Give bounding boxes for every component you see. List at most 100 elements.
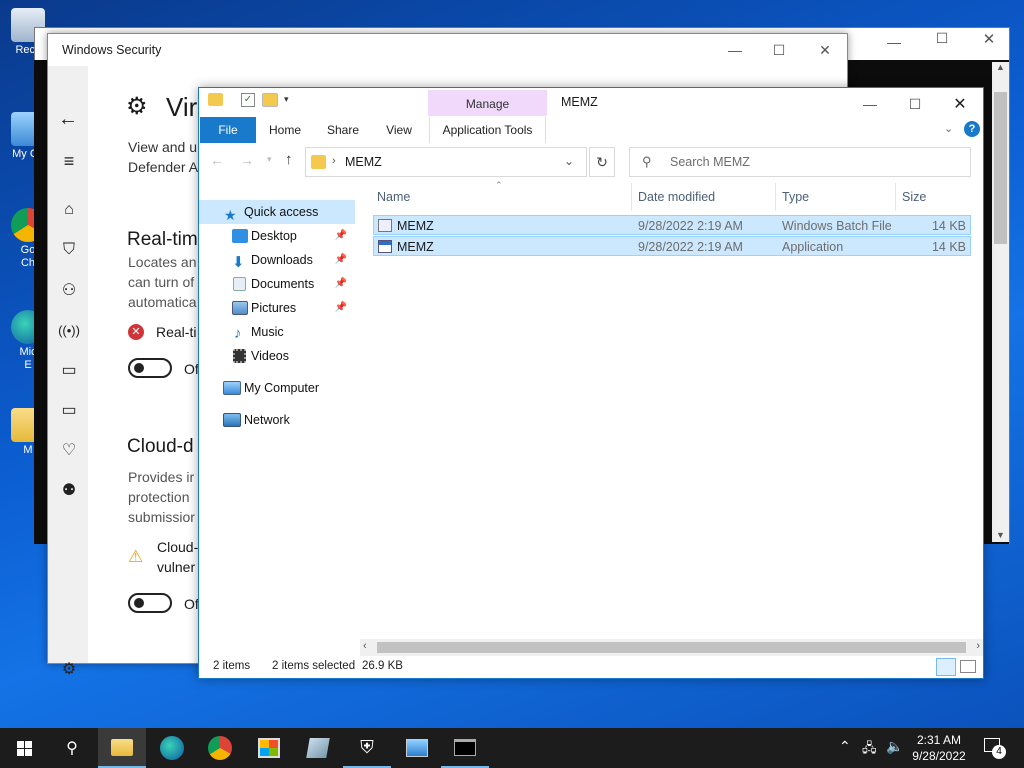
sidebar-item-pictures[interactable]: Pictures 📌 bbox=[199, 296, 355, 320]
ribbon-tab-bar: File Home Share View Application Tools ⌄… bbox=[199, 117, 983, 143]
sidebar-item-desktop[interactable]: Desktop 📌 bbox=[199, 224, 355, 248]
address-bar[interactable]: › MEMZ ⌄ bbox=[305, 147, 587, 177]
app-browser-icon[interactable]: ▭ bbox=[56, 357, 82, 383]
ribbon-expand-chevron-icon[interactable]: ⌄ bbox=[944, 122, 953, 135]
sidebar-item-music[interactable]: ♪ Music bbox=[199, 320, 355, 344]
scroll-down-arrow-icon[interactable]: ▼ bbox=[992, 530, 1009, 540]
search-icon: ⚲ bbox=[66, 740, 78, 757]
scroll-thumb[interactable] bbox=[994, 92, 1007, 244]
wireless-icon[interactable]: ((•)) bbox=[56, 317, 82, 343]
manage-context-tab[interactable]: Manage bbox=[428, 90, 547, 116]
search-box[interactable]: ⚲ Search MEMZ bbox=[629, 147, 971, 177]
qat-folder-icon[interactable] bbox=[208, 93, 223, 106]
taskbar-app[interactable] bbox=[294, 728, 342, 768]
show-hidden-icons-chevron-icon[interactable]: ⌃ bbox=[839, 738, 851, 755]
column-header-name[interactable]: Name bbox=[377, 183, 629, 211]
explorer-minimize-button[interactable]: — bbox=[847, 88, 893, 120]
table-row[interactable]: MEMZ 9/28/2022 2:19 AM Windows Batch Fil… bbox=[373, 215, 971, 235]
scroll-right-arrow-icon[interactable]: › bbox=[976, 640, 980, 652]
column-header-type[interactable]: Type bbox=[775, 183, 893, 211]
explorer-close-button[interactable]: ✕ bbox=[937, 88, 983, 120]
tab-view[interactable]: View bbox=[376, 117, 422, 143]
qat-properties-icon[interactable]: ✓ bbox=[241, 93, 255, 107]
shield-icon[interactable]: ⛉ bbox=[56, 237, 82, 263]
column-header-size[interactable]: Size bbox=[895, 183, 971, 211]
sidebar-item-documents[interactable]: Documents 📌 bbox=[199, 272, 355, 296]
sidebar-item-label: Pictures bbox=[251, 301, 297, 315]
ws-maximize-button[interactable]: ☐ bbox=[756, 34, 802, 66]
documents-icon bbox=[233, 277, 246, 291]
clock-date[interactable]: 9/28/2022 bbox=[910, 749, 968, 763]
back-arrow-icon[interactable]: ← bbox=[55, 106, 81, 132]
laptop-icon[interactable]: ▭ bbox=[56, 397, 82, 423]
settings-gear-icon[interactable]: ⚙ bbox=[56, 656, 82, 682]
recent-locations-chevron-icon[interactable]: ▾ bbox=[267, 154, 272, 165]
family-icon[interactable]: ⚉ bbox=[56, 477, 82, 503]
taskbar-command-prompt[interactable] bbox=[441, 728, 489, 768]
taskbar-control-panel[interactable] bbox=[393, 728, 441, 768]
back-button[interactable]: ← bbox=[210, 152, 224, 168]
volume-icon[interactable]: 🔈 bbox=[886, 738, 903, 755]
qat-dropdown-icon[interactable]: ▾ bbox=[284, 94, 289, 105]
home-icon[interactable]: ⌂ bbox=[56, 197, 82, 223]
start-button[interactable] bbox=[0, 728, 48, 768]
file-explorer-window[interactable]: ✓ ▾ Manage MEMZ — ☐ ✕ File Home Share Vi… bbox=[198, 87, 984, 679]
horizontal-scrollbar[interactable]: ‹ › bbox=[360, 639, 983, 656]
search-input[interactable]: Search MEMZ bbox=[670, 155, 750, 169]
sidebar-item-my-computer[interactable]: My Computer bbox=[199, 376, 355, 400]
cmd-minimize-button[interactable]: — bbox=[874, 34, 914, 50]
scroll-left-arrow-icon[interactable]: ‹ bbox=[363, 640, 367, 652]
scroll-up-arrow-icon[interactable]: ▲ bbox=[992, 62, 1009, 72]
cloud-toggle[interactable] bbox=[128, 593, 172, 613]
network-tray-icon[interactable]: 🖧 bbox=[862, 739, 877, 761]
pin-icon: 📌 bbox=[334, 254, 347, 265]
ws-close-button[interactable]: ✕ bbox=[802, 34, 848, 66]
taskbar-store[interactable] bbox=[245, 728, 293, 768]
search-button[interactable]: ⚲ bbox=[48, 728, 96, 768]
tab-file[interactable]: File bbox=[200, 117, 256, 143]
person-icon[interactable]: ⚇ bbox=[56, 277, 82, 303]
cmd-close-button[interactable]: ✕ bbox=[978, 30, 1000, 50]
refresh-button[interactable]: ↻ bbox=[589, 147, 615, 177]
up-button[interactable]: ↑ bbox=[285, 151, 293, 168]
cmd-maximize-button[interactable]: ☐ bbox=[930, 30, 954, 50]
hamburger-menu-icon[interactable]: ≡ bbox=[56, 148, 82, 174]
details-view-button[interactable] bbox=[936, 658, 956, 676]
health-heart-icon[interactable]: ♡ bbox=[56, 437, 82, 463]
ws-minimize-button[interactable]: — bbox=[712, 34, 758, 66]
qat-new-folder-icon[interactable] bbox=[262, 93, 278, 107]
table-row[interactable]: MEMZ 9/28/2022 2:19 AM Application 14 KB bbox=[373, 236, 971, 256]
action-center-button[interactable]: 4 bbox=[982, 737, 1008, 759]
tab-application-tools[interactable]: Application Tools bbox=[429, 117, 546, 143]
taskbar-file-explorer[interactable] bbox=[98, 728, 146, 768]
ws-title: Windows Security bbox=[62, 43, 162, 57]
music-note-icon: ♪ bbox=[234, 325, 242, 342]
taskbar-edge[interactable] bbox=[148, 728, 196, 768]
sidebar-item-network[interactable]: Network bbox=[199, 408, 355, 432]
realtime-toggle[interactable] bbox=[128, 358, 172, 378]
clock-time[interactable]: 2:31 AM bbox=[914, 733, 964, 747]
taskbar-chrome[interactable] bbox=[196, 728, 244, 768]
tab-home[interactable]: Home bbox=[261, 117, 309, 143]
computer-icon bbox=[223, 381, 241, 395]
ws-titlebar[interactable]: Windows Security — ☐ ✕ bbox=[48, 34, 847, 66]
explorer-maximize-button[interactable]: ☐ bbox=[892, 88, 938, 120]
sidebar-item-downloads[interactable]: ⬇ Downloads 📌 bbox=[199, 248, 355, 272]
address-dropdown-icon[interactable]: ⌄ bbox=[564, 154, 574, 168]
large-icons-view-button[interactable] bbox=[960, 660, 976, 673]
scroll-thumb[interactable] bbox=[377, 642, 966, 653]
pin-icon: 📌 bbox=[334, 278, 347, 289]
warning-triangle-icon: ⚠ bbox=[128, 547, 144, 566]
film-icon bbox=[233, 349, 246, 363]
column-header-row: ⌃ Name Date modified Type Size bbox=[373, 180, 971, 211]
breadcrumb[interactable]: MEMZ bbox=[345, 155, 382, 169]
tab-share[interactable]: Share bbox=[319, 117, 367, 143]
column-header-date-modified[interactable]: Date modified bbox=[631, 183, 773, 211]
help-icon[interactable]: ? bbox=[964, 121, 980, 137]
sidebar-item-videos[interactable]: Videos bbox=[199, 344, 355, 368]
taskbar-windows-security[interactable]: ⛨ bbox=[343, 728, 391, 768]
cloud-toggle-label: Of bbox=[184, 596, 199, 612]
cmd-scrollbar[interactable]: ▲ ▼ bbox=[992, 62, 1009, 542]
sidebar-item-quick-access[interactable]: ★ Quick access bbox=[199, 200, 355, 224]
forward-button[interactable]: → bbox=[240, 152, 254, 168]
